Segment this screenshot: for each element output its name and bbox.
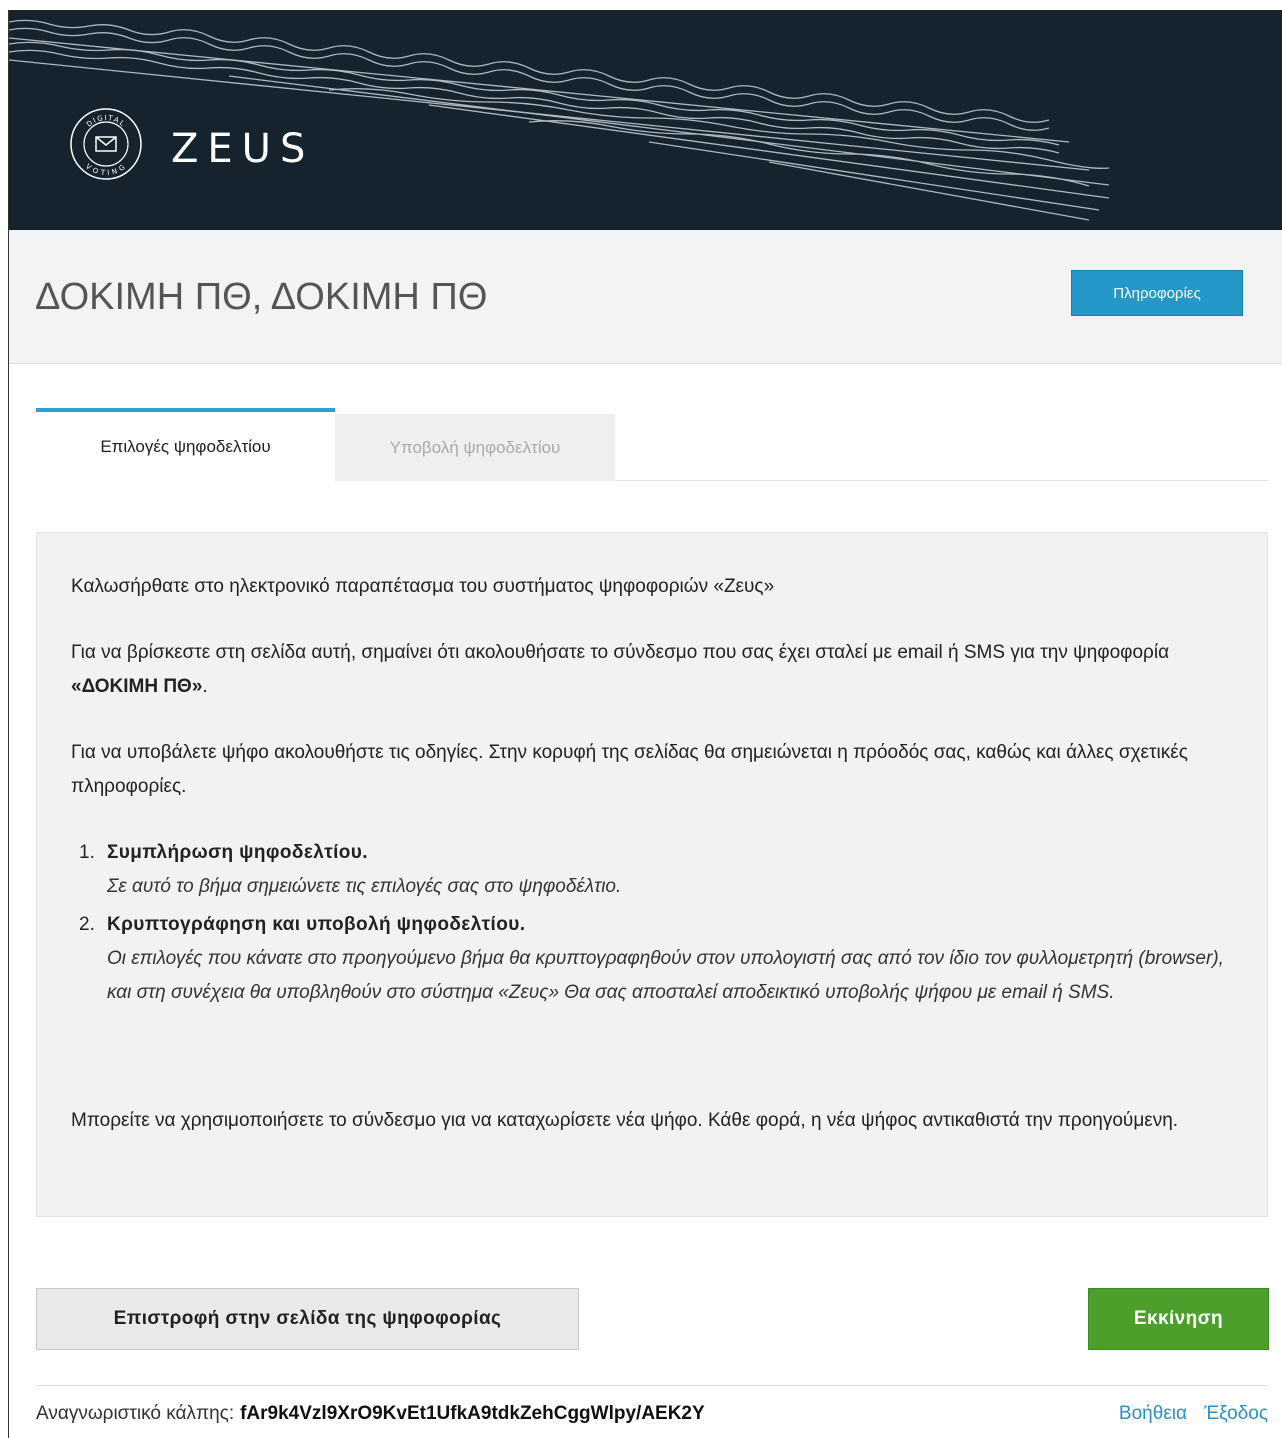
help-link[interactable]: Βοήθεια — [1119, 1403, 1187, 1424]
revote-note: Μπορείτε να χρησιμοποιήσετε το σύνδεσμο … — [71, 1110, 1179, 1131]
steps-list: 1. Συμπλήρωση ψηφοδελτίου. Σε αυτό το βή… — [71, 836, 1237, 1010]
booth-id-value: fAr9k4Vzl9XrO9KvEt1UfkA9tdkZehCggWlpy/AE… — [240, 1403, 705, 1424]
tab-ballot-submit[interactable]: Υποβολή ψηφοδελτίου — [335, 414, 615, 481]
step-description: Οι επιλογές που κάνατε στο προηγούμενο β… — [107, 948, 1224, 1003]
info-button[interactable]: Πληροφορίες — [1071, 270, 1243, 316]
start-button[interactable]: Εκκίνηση — [1088, 1288, 1269, 1350]
booth-id-label: Αναγνωριστικό κάλπης: — [36, 1403, 235, 1424]
decorative-lines — [9, 19, 1110, 221]
intro-text-body: Για να βρίσκεστε στη σελίδα αυτή, σημαίν… — [71, 642, 1170, 663]
page-title: ΔΟΚΙΜΗ ΠΘ, ΔΟΚΙΜΗ ΠΘ — [35, 276, 488, 318]
welcome-text: Καλωσήρθατε στο ηλεκτρονικό παραπέτασμα … — [71, 576, 775, 597]
step-description: Σε αυτό το βήμα σημειώνετε τις επιλογές … — [107, 876, 622, 897]
booth-tabs: Επιλογές ψηφοδελτίου Υποβολή ψηφοδελτίου — [36, 408, 1268, 481]
svg-text:DIGITAL: DIGITAL — [85, 114, 127, 129]
envelope-icon — [95, 136, 117, 152]
step-number: 2. — [79, 914, 95, 935]
step-number: 1. — [79, 842, 95, 863]
instructions-text: Για να υποβάλετε ψήφο ακολουθήστε τις οδ… — [71, 742, 1188, 797]
logout-link[interactable]: Έξοδος — [1204, 1403, 1268, 1424]
intro-text-end: . — [202, 676, 208, 697]
step-item: 1. Συμπλήρωση ψηφοδελτίου. Σε αυτό το βή… — [71, 836, 1237, 904]
back-to-election-button[interactable]: Επιστροφή στην σελίδα της ψηφοφορίας — [36, 1288, 579, 1350]
tab-ballot-choices[interactable]: Επιλογές ψηφοδελτίου — [36, 408, 335, 481]
footer-divider — [36, 1385, 1268, 1386]
step-title: Κρυπτογράφηση και υποβολή ψηφοδελτίου. — [107, 914, 526, 935]
election-title-bar: ΔΟΚΙΜΗ ΠΘ, ΔΟΚΙΜΗ ΠΘ Πληροφορίες — [9, 230, 1282, 364]
header-banner: DIGITAL VOTING ZEUS — [9, 10, 1282, 230]
footer-links: Βοήθεια Έξοδος — [1107, 1403, 1268, 1425]
voting-booth-page: DIGITAL VOTING ZEUS ΔΟΚΙΜΗ ΠΘ, ΔΟΚΙΜΗ ΠΘ… — [8, 10, 1282, 1438]
step-title: Συμπλήρωση ψηφοδελτίου. — [107, 842, 368, 863]
brand-name: ZEUS — [171, 126, 315, 172]
intro-election-name: «ΔΟΚΙΜΗ ΠΘ» — [71, 676, 203, 697]
instructions-panel: Καλωσήρθατε στο ηλεκτρονικό παραπέτασμα … — [36, 532, 1268, 1217]
logo-top-text: DIGITAL — [85, 114, 125, 129]
booth-id: Αναγνωριστικό κάλπης: fAr9k4Vzl9XrO9KvEt1… — [36, 1403, 705, 1425]
step-item: 2. Κρυπτογράφηση και υποβολή ψηφοδελτίου… — [71, 908, 1237, 1010]
digital-voting-logo: DIGITAL VOTING — [70, 108, 142, 180]
intro-text: Για να βρίσκεστε στη σελίδα αυτή, σημαίν… — [71, 636, 1237, 704]
